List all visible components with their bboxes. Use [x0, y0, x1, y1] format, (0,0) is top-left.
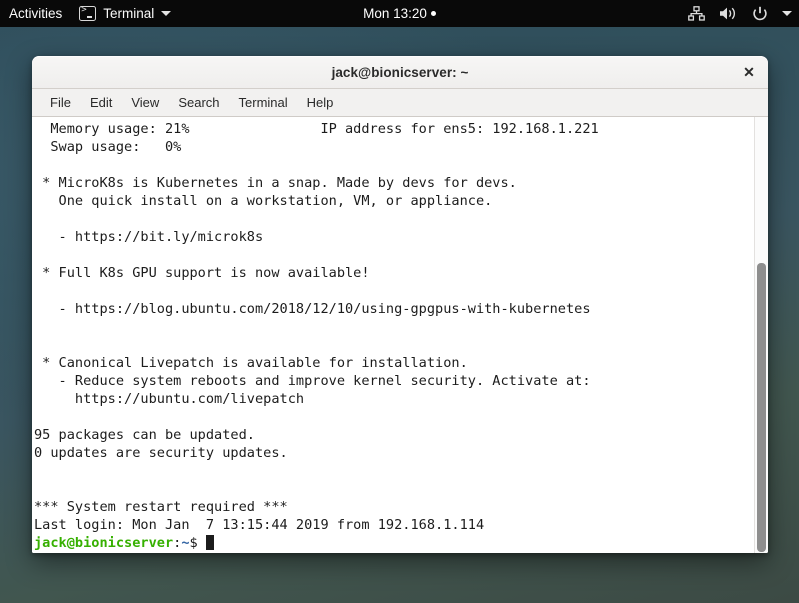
prompt-user-host: jack@bionicserver: [34, 535, 173, 551]
menu-item-terminal[interactable]: Terminal: [230, 92, 297, 114]
power-icon[interactable]: [752, 6, 768, 22]
menu-item-help[interactable]: Help: [298, 92, 343, 114]
gnome-top-bar: Activities Terminal Mon 13:20: [0, 0, 799, 27]
system-tray[interactable]: [688, 6, 792, 22]
notification-dot-icon: [431, 11, 436, 16]
close-button[interactable]: ✕: [738, 62, 760, 84]
activities-button[interactable]: Activities: [0, 0, 73, 27]
tray-chevron-down-icon[interactable]: [782, 11, 792, 16]
menu-bar: File Edit View Search Terminal Help: [32, 89, 768, 117]
menu-item-edit[interactable]: Edit: [81, 92, 121, 114]
app-menu-label: Terminal: [103, 6, 154, 21]
vertical-scrollbar[interactable]: [754, 117, 768, 553]
menu-item-view[interactable]: View: [122, 92, 168, 114]
volume-icon[interactable]: [719, 6, 738, 21]
terminal-screen[interactable]: Memory usage: 21% IP address for ens5: 1…: [32, 117, 754, 553]
menu-item-file[interactable]: File: [41, 92, 80, 114]
desktop: Activities Terminal Mon 13:20: [0, 0, 799, 603]
clock-label: Mon 13:20: [363, 6, 427, 21]
scrollbar-step-up[interactable]: [755, 117, 768, 123]
network-icon[interactable]: [688, 6, 705, 21]
text-cursor: [206, 535, 214, 550]
prompt-path: ~: [181, 535, 189, 551]
terminal-icon: [79, 6, 96, 21]
chevron-down-icon: [161, 11, 171, 16]
terminal-window: jack@bionicserver: ~ ✕ File Edit View Se…: [32, 56, 768, 553]
scrollbar-step-down[interactable]: [755, 549, 768, 553]
terminal-output: Memory usage: 21% IP address for ens5: 1…: [32, 120, 754, 552]
menu-item-search[interactable]: Search: [169, 92, 228, 114]
terminal-body: Memory usage: 21% IP address for ens5: 1…: [32, 117, 768, 553]
prompt-sigil: $: [190, 535, 206, 551]
app-menu-terminal[interactable]: Terminal: [73, 0, 177, 27]
window-titlebar[interactable]: jack@bionicserver: ~ ✕: [32, 56, 768, 89]
window-title: jack@bionicserver: ~: [332, 65, 469, 80]
scrollbar-thumb[interactable]: [757, 263, 766, 552]
